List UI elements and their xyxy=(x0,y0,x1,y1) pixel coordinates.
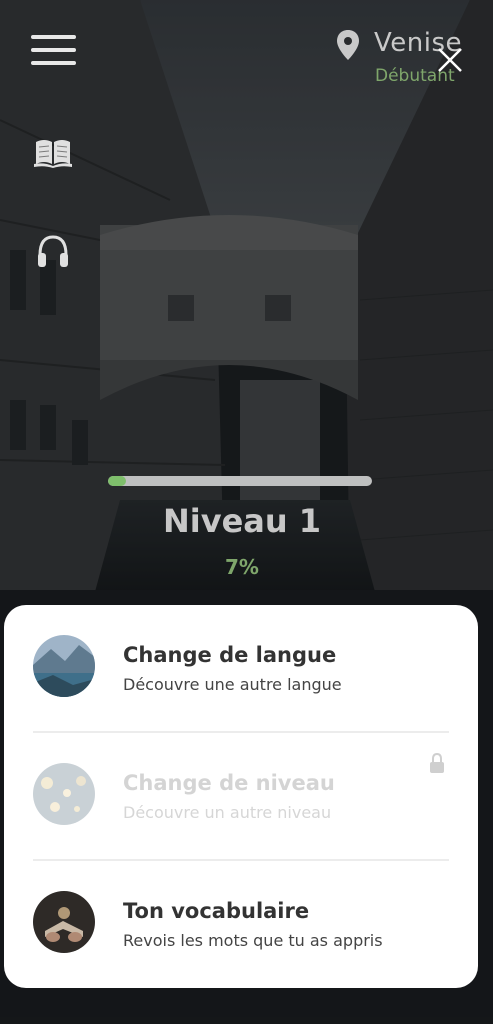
level-progress-fill xyxy=(108,476,127,486)
vocabulary-title: Ton vocabulaire xyxy=(123,899,310,923)
lock-icon xyxy=(430,753,444,773)
change-language-title: Change de langue xyxy=(123,643,337,667)
bokeh-lights-thumbnail xyxy=(33,763,95,825)
location-pin-icon xyxy=(337,30,359,60)
options-card: Change de langue Découvre une autre lang… xyxy=(4,605,478,988)
change-level-option[interactable]: Change de niveau Découvre un autre nivea… xyxy=(4,733,478,860)
headphones-icon[interactable] xyxy=(36,233,70,271)
hamburger-menu-icon[interactable] xyxy=(31,35,76,66)
book-icon[interactable] xyxy=(34,136,72,168)
vocabulary-option[interactable]: Ton vocabulaire Revois les mots que tu a… xyxy=(4,861,478,988)
mountain-lake-thumbnail xyxy=(33,635,95,697)
vocabulary-subtitle: Revois les mots que tu as appris xyxy=(123,931,383,950)
progress-percent: 7% xyxy=(225,555,259,579)
close-icon[interactable] xyxy=(436,46,464,74)
change-level-subtitle: Découvre un autre niveau xyxy=(123,803,332,822)
level-progress-bar xyxy=(108,476,372,486)
change-language-subtitle: Découvre une autre langue xyxy=(123,675,342,694)
book-hands-thumbnail xyxy=(33,891,95,953)
change-level-title: Change de niveau xyxy=(123,771,335,795)
level-title: Niveau 1 xyxy=(162,502,322,540)
change-language-option[interactable]: Change de langue Découvre une autre lang… xyxy=(4,605,478,732)
